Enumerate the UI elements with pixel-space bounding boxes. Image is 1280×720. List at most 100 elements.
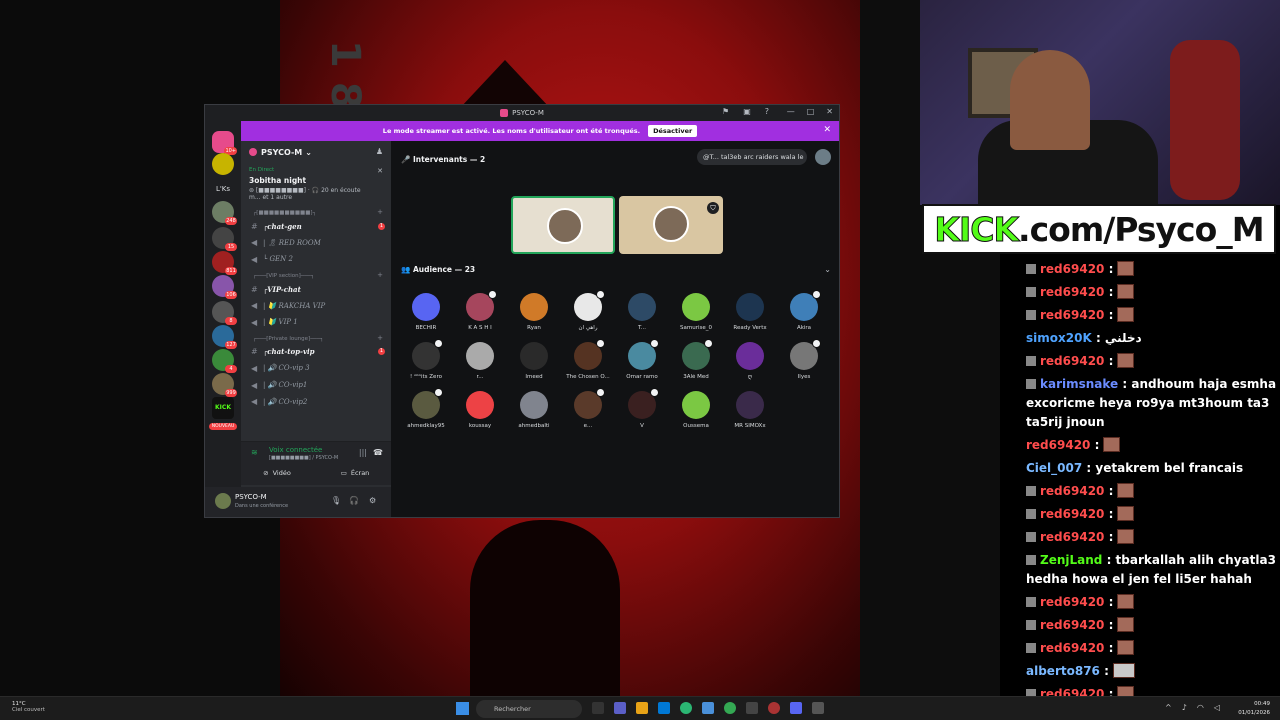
close-button[interactable]: ✕ — [826, 107, 833, 116]
app-icon[interactable] — [768, 702, 780, 714]
audience-member[interactable]: ahmedbalti — [507, 391, 561, 429]
chevron-up-icon[interactable]: ^ — [1165, 703, 1172, 712]
chat-username[interactable]: red69420 — [1040, 507, 1104, 521]
screen-share-button[interactable]: ▭ Écran — [323, 466, 387, 480]
add-channel-icon[interactable]: + — [377, 334, 383, 342]
server-icon[interactable]: 15 — [212, 227, 237, 251]
microphone-icon[interactable]: ♪ — [1182, 703, 1187, 712]
chat-username[interactable]: ZenjLand — [1040, 553, 1102, 567]
close-banner-icon[interactable]: ✕ — [823, 125, 831, 135]
category-header[interactable]: ┌───[VIP section]───┐ + — [241, 268, 391, 281]
channel-item[interactable]: ◀ | 🎗 RED ROOM — [241, 235, 391, 252]
disable-streamer-button[interactable]: Désactiver — [648, 125, 698, 137]
channel-item[interactable]: ◀ | 🔰 RAKCHA VIP — [241, 297, 391, 314]
speaker-tile[interactable]: ⛉ — [619, 196, 723, 254]
maximize-button[interactable]: □ — [807, 107, 815, 116]
server-icon[interactable]: 248 — [212, 201, 237, 225]
chat-username[interactable]: red69420 — [1040, 285, 1104, 299]
category-header[interactable]: ┌───[Private lounge]───┐ + — [241, 331, 391, 344]
channel-item[interactable]: # ┌chat-gen 1 — [241, 218, 391, 235]
chat-username[interactable]: simox20K — [1026, 331, 1092, 345]
server-header[interactable]: PSYCO-M ⌄ ♟ — [241, 141, 391, 163]
chat-username[interactable]: red69420 — [1040, 595, 1104, 609]
audience-member[interactable]: T... — [615, 293, 669, 331]
channel-item[interactable]: # ┌VIP-chat — [241, 281, 391, 298]
kick-server-icon[interactable]: KICK — [212, 397, 234, 419]
audience-member[interactable]: r... — [453, 342, 507, 380]
chat-username[interactable]: red69420 — [1040, 262, 1104, 276]
audience-member[interactable]: The Chosen O... — [561, 339, 615, 380]
app-icon[interactable] — [812, 702, 824, 714]
video-button[interactable]: ⊘ Vidéo — [245, 466, 309, 480]
mail-icon[interactable] — [702, 702, 714, 714]
chat-username[interactable]: red69420 — [1040, 354, 1104, 368]
audience-member[interactable]: K A S H I — [453, 290, 507, 331]
store-icon[interactable] — [658, 702, 670, 714]
channel-item[interactable]: # ┌chat-top-vip 1 — [241, 344, 391, 361]
audience-member[interactable]: Akira — [777, 290, 831, 331]
chat-username[interactable]: red69420 — [1040, 484, 1104, 498]
microphone-icon[interactable]: 🎙 — [331, 496, 341, 505]
add-channel-icon[interactable]: + — [377, 271, 383, 279]
settings-gear-icon[interactable]: ⚙ — [369, 496, 376, 505]
help-icon[interactable]: ? — [765, 107, 769, 116]
system-clock[interactable]: 00:49 01/01/2026 — [1238, 700, 1270, 718]
chat-username[interactable]: red69420 — [1040, 687, 1104, 696]
chat-username[interactable]: red69420 — [1040, 530, 1104, 544]
chevron-down-icon[interactable]: ⌄ — [824, 265, 831, 274]
edge-icon[interactable] — [680, 702, 692, 714]
channel-item[interactable]: ◀ | 🔊 CO-vip 3 — [241, 360, 391, 377]
wifi-icon[interactable]: ◠ — [1197, 703, 1204, 712]
noise-suppression-icon[interactable]: ||| — [359, 448, 367, 457]
taskbar-search[interactable]: Rechercher — [476, 700, 582, 718]
channel-item[interactable]: ◀ | 🔰 VIP 1 — [241, 314, 391, 331]
audience-member[interactable]: Oussema — [669, 391, 723, 429]
inbox-icon[interactable]: ▣ — [743, 107, 751, 116]
audience-member[interactable]: Samurise_0 — [669, 293, 723, 331]
guild-folder-label[interactable]: L'Ks — [209, 185, 237, 193]
server-icon[interactable]: 8 — [212, 301, 237, 325]
server-icon[interactable]: 127 — [212, 325, 237, 349]
file-explorer-icon[interactable] — [636, 702, 648, 714]
pin-icon[interactable]: ⚑ — [722, 107, 729, 116]
speaker-tile[interactable] — [511, 196, 615, 254]
audience-member[interactable]: Omar ramo — [615, 339, 669, 380]
audience-member[interactable]: ahmedklay95 — [399, 388, 453, 429]
chat-username[interactable]: red69420 — [1040, 618, 1104, 632]
obs-icon[interactable] — [746, 702, 758, 714]
audience-member[interactable]: راهي ان — [561, 290, 615, 331]
disconnect-icon[interactable]: ☎ — [373, 448, 383, 457]
audience-member[interactable]: e... — [561, 388, 615, 429]
chat-username[interactable]: red69420 — [1040, 641, 1104, 655]
chrome-icon[interactable] — [724, 702, 736, 714]
stage-topic[interactable]: @T... tal3eb arc raiders wala le — [697, 149, 807, 165]
chat-username[interactable]: karimsnake — [1040, 377, 1118, 391]
volume-icon[interactable]: ◁ — [1214, 703, 1220, 712]
chat-username[interactable]: red69420 — [1040, 308, 1104, 322]
close-icon[interactable]: ✕ — [377, 167, 383, 175]
add-channel-icon[interactable]: + — [377, 208, 383, 216]
windows-start-icon[interactable] — [456, 702, 469, 715]
audience-member[interactable]: ღ — [723, 342, 777, 380]
avatar[interactable] — [215, 493, 231, 509]
server-icon[interactable]: 4 — [212, 349, 237, 373]
chat-username[interactable]: red69420 — [1026, 438, 1090, 452]
headphones-icon[interactable]: 🎧 — [349, 496, 359, 505]
audience-member[interactable]: 3Alé Med — [669, 339, 723, 380]
server-icon[interactable]: 811 — [212, 251, 237, 275]
minimize-button[interactable]: — — [787, 107, 795, 116]
channel-item[interactable]: ◀ └ GEN 2 — [241, 251, 391, 268]
audience-member[interactable]: Ryan — [507, 293, 561, 331]
invite-icon[interactable]: ♟ — [376, 147, 383, 156]
discord-taskbar-icon[interactable] — [790, 702, 802, 714]
category-header[interactable]: ┌[■■■■■■■■■■]┐ + — [241, 205, 391, 218]
avatar[interactable] — [815, 149, 831, 165]
audience-member[interactable]: ! ᴬᴷᴬits Zero — [399, 339, 453, 380]
task-view-icon[interactable] — [592, 702, 604, 714]
chat-username[interactable]: Ciel_007 — [1026, 461, 1082, 475]
server-icon[interactable] — [212, 153, 234, 175]
audience-member[interactable]: Ilyes — [777, 339, 831, 380]
weather-widget[interactable]: 11°C Ciel couvert — [12, 701, 45, 713]
audience-member[interactable]: koussay — [453, 391, 507, 429]
dm-home-icon[interactable]: 10+ — [212, 131, 237, 155]
